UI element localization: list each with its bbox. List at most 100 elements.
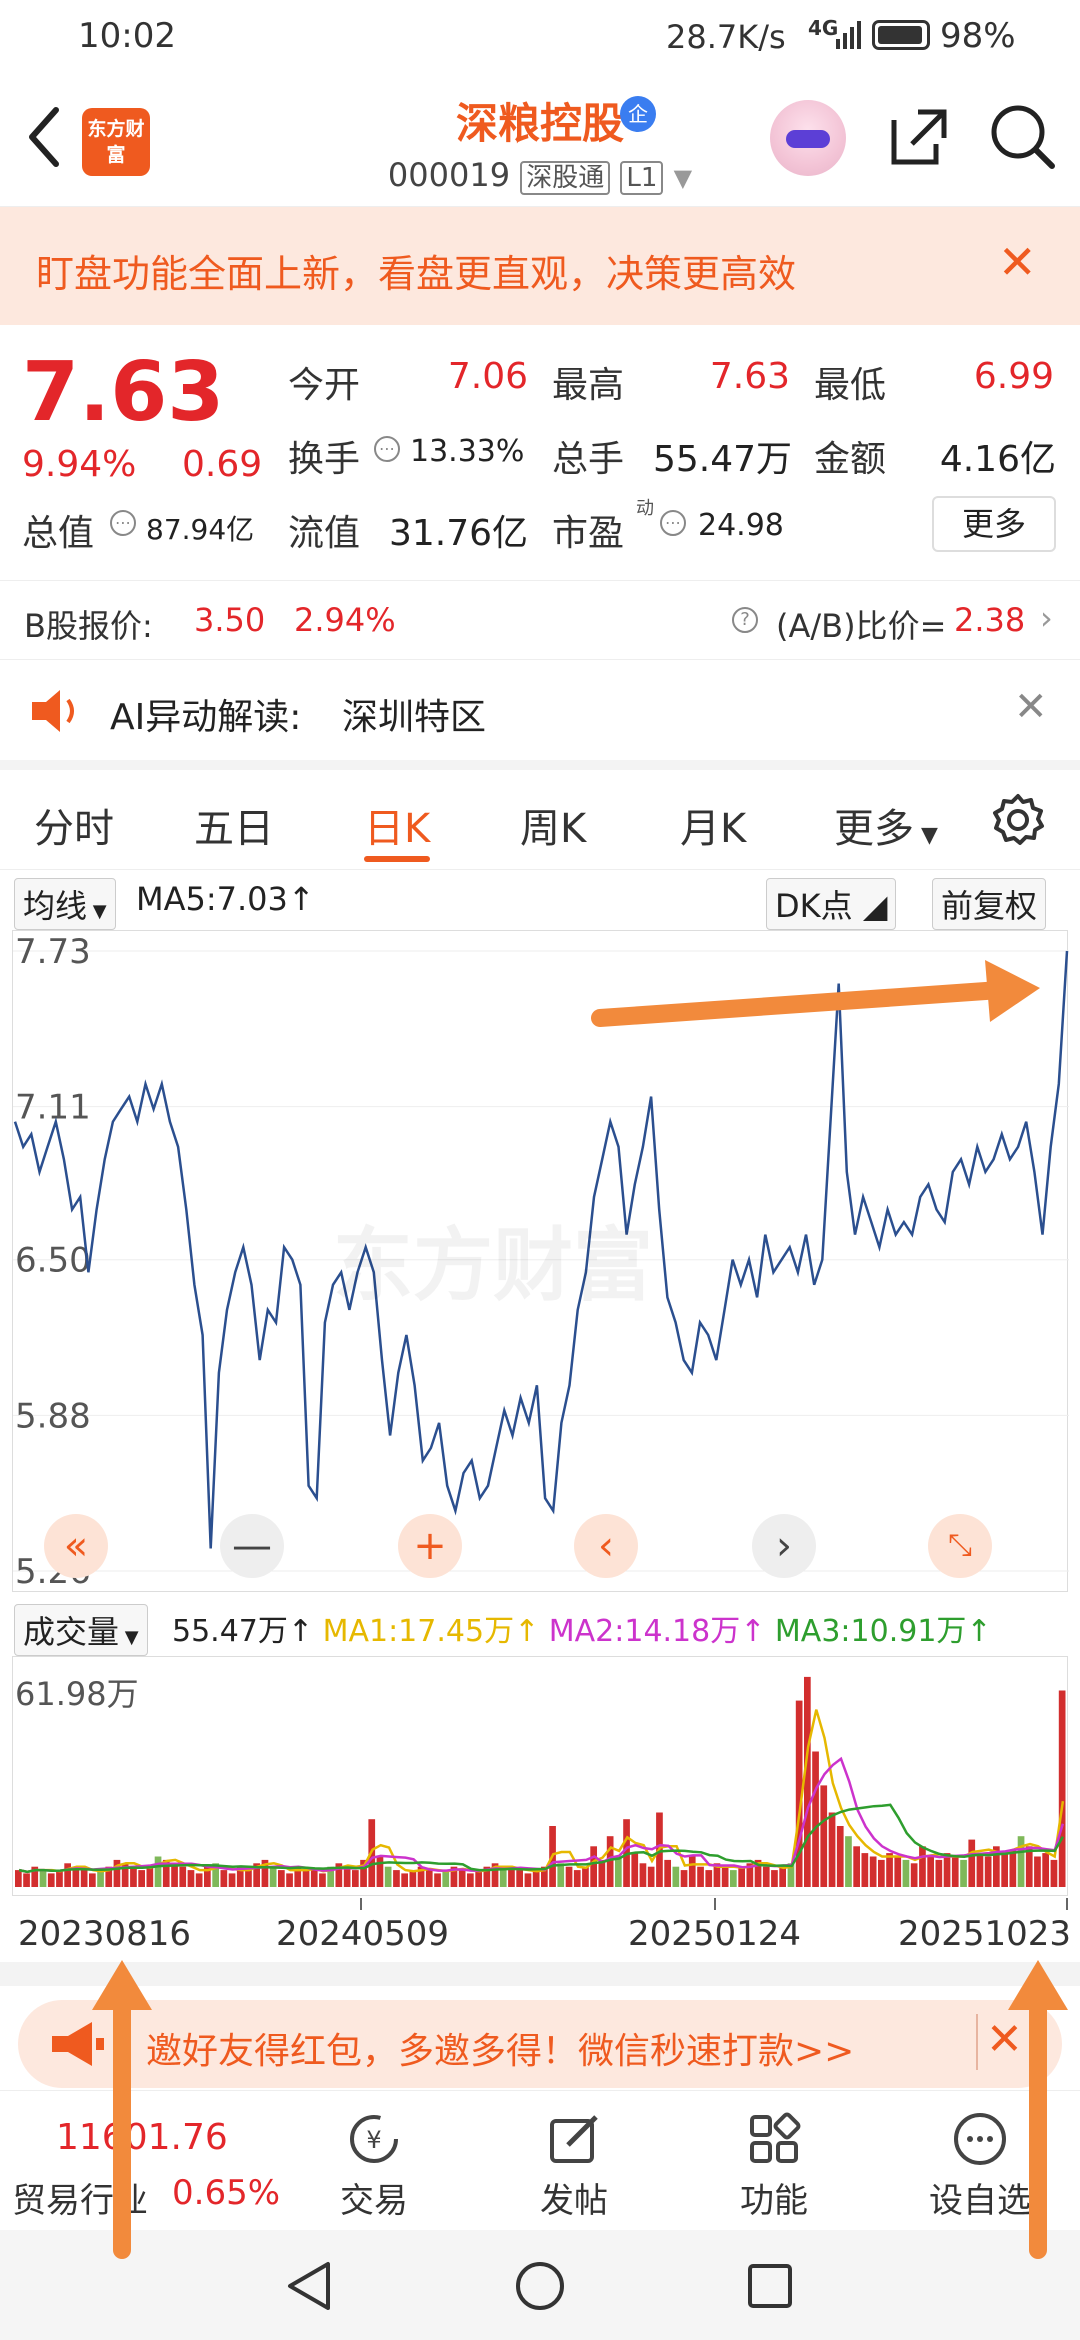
- divider: [0, 1962, 1080, 1986]
- tab-monthly-k[interactable]: 月K: [680, 796, 746, 854]
- volume-bar: [951, 1856, 959, 1887]
- volume-bar: [935, 1859, 943, 1887]
- signal-bars-icon: [836, 18, 864, 58]
- amount-label: 金额: [814, 439, 887, 480]
- nav-recents-icon[interactable]: [742, 2258, 798, 2318]
- close-icon[interactable]: ✕: [998, 235, 1037, 289]
- volume-bar: [598, 1859, 606, 1887]
- function-label: 功能: [740, 2181, 808, 2221]
- notice-banner[interactable]: 盯盘功能全面上新，看盘更直观，决策更高效 ✕: [0, 207, 1080, 325]
- volume-bar: [187, 1870, 195, 1887]
- gear-icon[interactable]: [990, 792, 1046, 858]
- ma5-value: MA5:7.03↑: [136, 880, 315, 918]
- period-tabs: 分时 五日 日K 周K 月K 更多 ▼: [0, 770, 1080, 870]
- more-button[interactable]: 更多: [932, 496, 1056, 552]
- change-amount: 0.69: [182, 444, 263, 485]
- adjust-button[interactable]: 前复权: [932, 878, 1047, 930]
- volume-legend: 55.47万↑ MA1:17.45万↑ MA2:14.18万↑ MA3:10.9…: [172, 1614, 992, 1649]
- tab-five-day[interactable]: 五日: [194, 796, 274, 854]
- volume-bar: [647, 1866, 655, 1887]
- share-icon[interactable]: [884, 102, 954, 176]
- volume-bar: [697, 1866, 704, 1887]
- tab-more[interactable]: 更多 ▼: [834, 796, 938, 854]
- volume-bar: [1017, 1836, 1025, 1887]
- mktcap-label: 总值: [22, 513, 95, 554]
- index-name[interactable]: 贸易行业: [12, 2173, 148, 2222]
- b-share-label: B股报价:: [24, 607, 153, 645]
- volume-bar: [1050, 1859, 1058, 1887]
- info-icon[interactable]: ⋯: [374, 436, 400, 462]
- dk-button[interactable]: DK点 ◢: [766, 878, 897, 930]
- b-share-line[interactable]: B股报价: 3.50 2.94% ? (A/B)比价= 2.38 ›: [0, 580, 1080, 660]
- volume-bar: [138, 1870, 145, 1887]
- volume-bar: [516, 1870, 523, 1887]
- status-time: 10:02: [78, 16, 176, 56]
- zoom-in-button[interactable]: +: [398, 1514, 462, 1578]
- x-tick: [714, 1898, 716, 1910]
- volume-bar: [910, 1863, 918, 1887]
- ma-select[interactable]: 均线 ▼: [14, 878, 116, 930]
- trade-button[interactable]: ¥ 交易: [294, 2111, 454, 2222]
- promo-banner[interactable]: 邀好友得红包，多邀多得！微信秒速打款>> ✕: [18, 2000, 1062, 2088]
- help-icon[interactable]: ?: [732, 607, 758, 633]
- volume-bar: [310, 1870, 318, 1887]
- info-icon[interactable]: ⋯: [110, 510, 136, 536]
- search-icon[interactable]: [988, 100, 1058, 174]
- close-icon[interactable]: ✕: [1014, 684, 1048, 730]
- volume-bar: [286, 1873, 293, 1887]
- nav-home-icon[interactable]: [512, 2258, 568, 2318]
- level-tag: L1: [620, 161, 664, 195]
- volume-bar: [39, 1870, 47, 1887]
- price-chart[interactable]: 7.73 7.11 6.50 5.88 5.26 东方财富: [12, 930, 1069, 1592]
- volume-bar: [960, 1859, 967, 1887]
- volume-chart[interactable]: 61.98万: [12, 1656, 1068, 1896]
- volume-bar: [828, 1812, 836, 1887]
- float-value: 31.76亿: [388, 513, 528, 554]
- b-share-pct: 2.94%: [294, 601, 396, 639]
- fullscreen-button[interactable]: ⤡: [928, 1514, 992, 1578]
- volume-max-label: 61.98万: [15, 1675, 139, 1713]
- scroll-right-button[interactable]: ›: [752, 1514, 816, 1578]
- volume-ma-line: [18, 1709, 1065, 1874]
- tab-intraday[interactable]: 分时: [34, 796, 114, 854]
- volume-select[interactable]: 成交量 ▼: [14, 1604, 148, 1656]
- volume-bar: [688, 1856, 696, 1887]
- zoom-out-far-button[interactable]: «: [44, 1514, 108, 1578]
- ai-robot-avatar[interactable]: [770, 100, 846, 176]
- ai-value: 深圳特区: [342, 697, 487, 738]
- current-price: 7.63: [22, 345, 225, 440]
- volume-bar: [812, 1751, 819, 1887]
- scroll-left-button[interactable]: ‹: [574, 1514, 638, 1578]
- pe-label: 市盈: [552, 513, 625, 554]
- tab-weekly-k[interactable]: 周K: [520, 796, 586, 854]
- volume-bar: [836, 1826, 844, 1887]
- tab-daily-k[interactable]: 日K: [364, 796, 430, 854]
- info-icon[interactable]: ⋯: [660, 510, 686, 536]
- notice-text: 盯盘功能全面上新，看盘更直观，决策更高效: [36, 252, 797, 296]
- ab-ratio-value: 2.38: [954, 601, 1026, 639]
- volume-bar: [23, 1873, 30, 1887]
- volume-bar: [179, 1866, 187, 1887]
- volume-bar: [976, 1853, 984, 1887]
- add-watchlist-button[interactable]: 设自选: [900, 2111, 1060, 2222]
- volume-bar: [195, 1873, 203, 1887]
- volume-ma-line: [18, 1756, 1065, 1874]
- x-label: 20251023: [898, 1914, 1072, 1954]
- volume-bar: [228, 1873, 236, 1887]
- volume-bar: [352, 1870, 359, 1887]
- volume-bar: [804, 1676, 811, 1887]
- status-bar: 10:02 28.7K/s 4G 98%: [0, 0, 1080, 72]
- zoom-out-button[interactable]: —: [220, 1514, 284, 1578]
- volume-bar: [1042, 1853, 1049, 1887]
- index-value[interactable]: 11601.76: [56, 2117, 228, 2158]
- ai-analysis-bar[interactable]: AI异动解读: 深圳特区 ✕: [0, 660, 1080, 770]
- close-icon[interactable]: ✕: [986, 2014, 1023, 2065]
- volume-bar: [680, 1870, 688, 1887]
- stock-code: 000019: [387, 156, 511, 194]
- low-value: 6.99: [973, 356, 1054, 397]
- volume-bar: [15, 1870, 22, 1887]
- volume-bar: [779, 1866, 786, 1887]
- nav-back-icon[interactable]: [282, 2258, 338, 2318]
- post-button[interactable]: 发帖: [494, 2111, 654, 2222]
- function-button[interactable]: 功能: [694, 2111, 854, 2222]
